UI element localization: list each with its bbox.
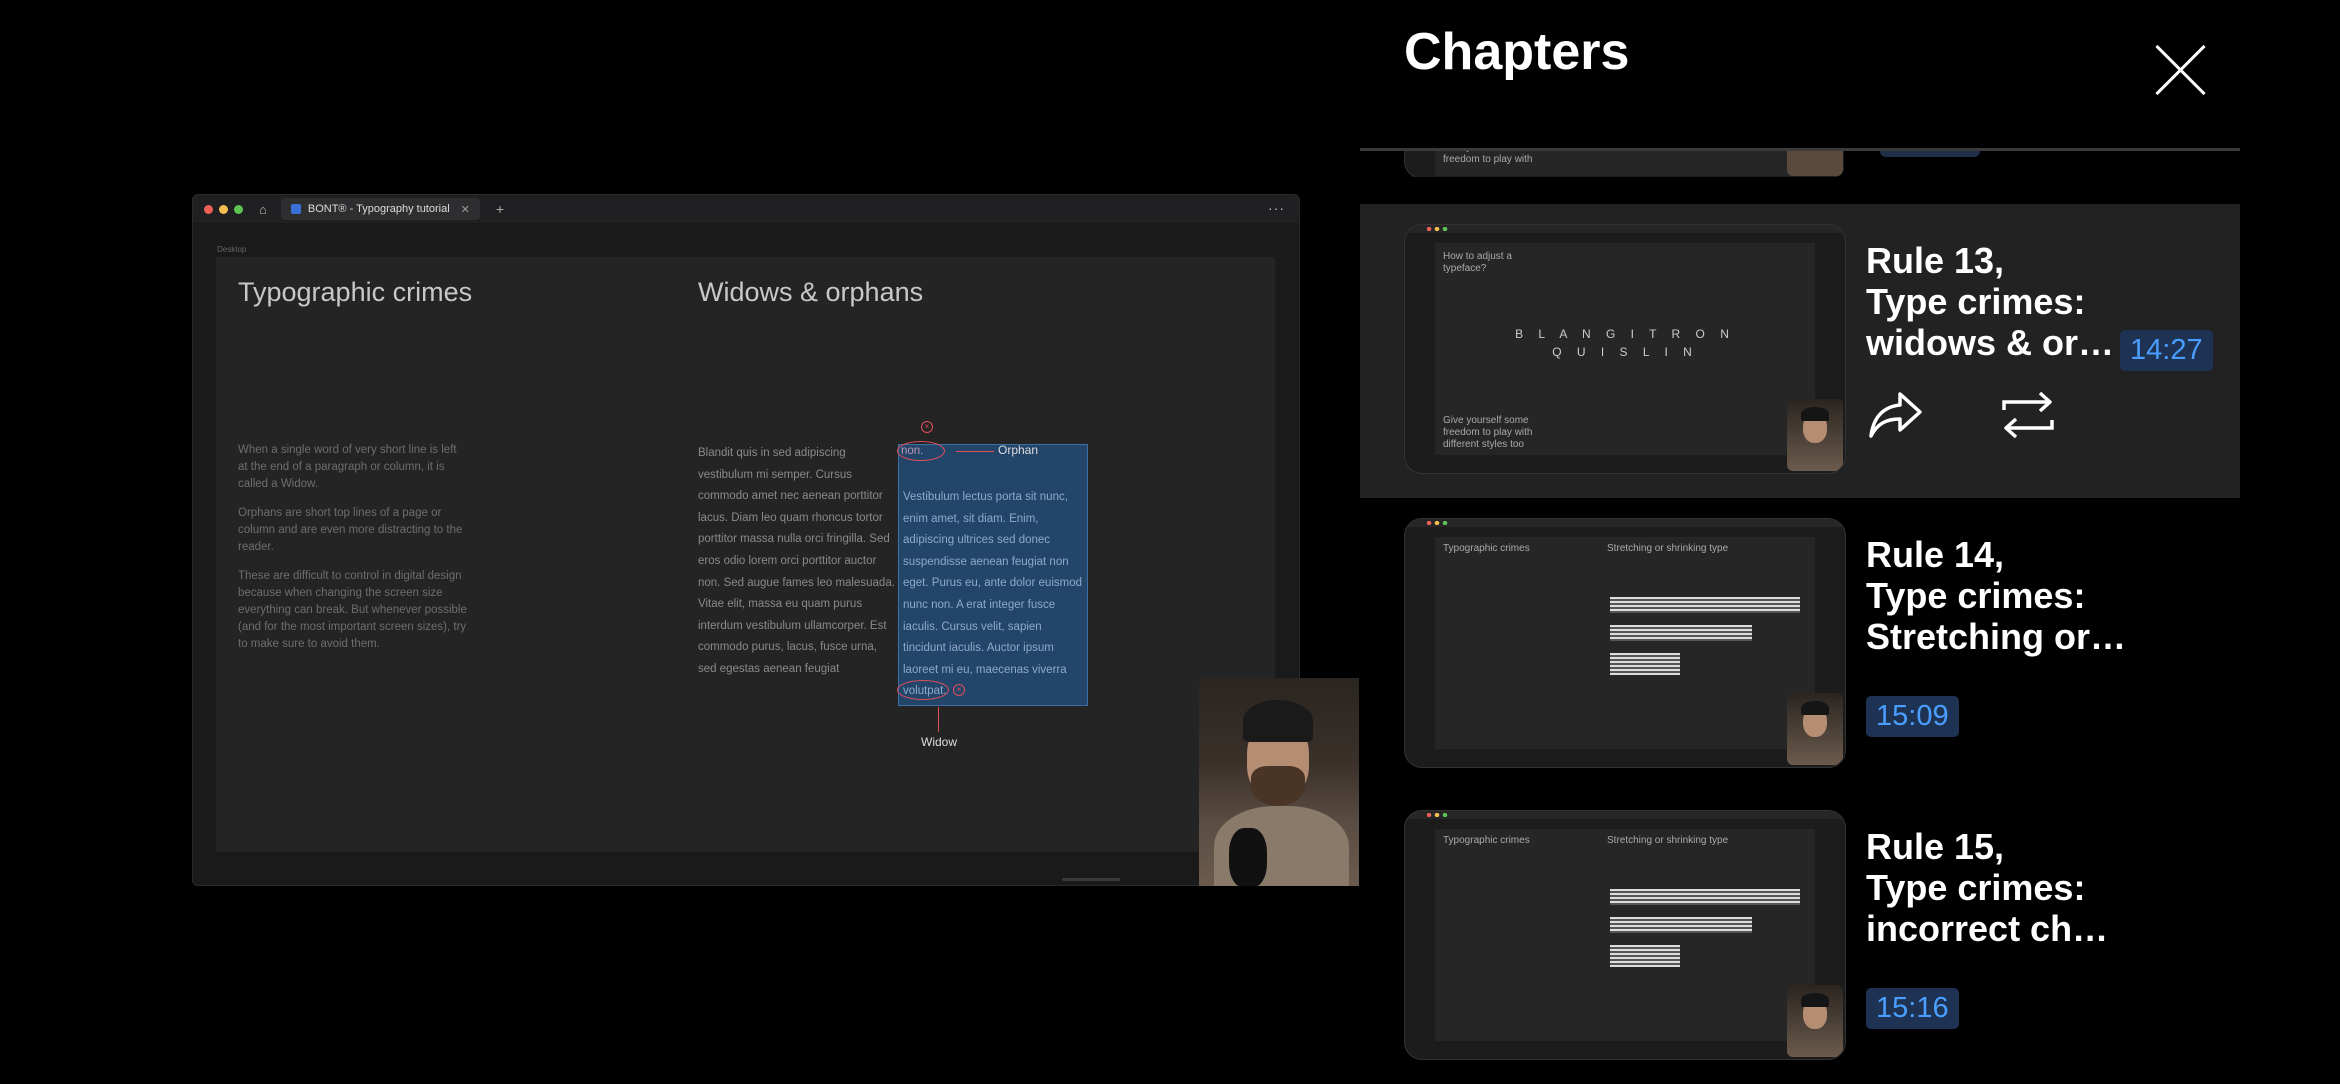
chapter-title: Rule 14, Type crimes: Stretching or… <box>1866 534 2127 657</box>
share-icon[interactable] <box>1866 388 1924 442</box>
chapter-thumbnail: Typographic crimes Stretching or shrinki… <box>1404 810 1846 1060</box>
chapter-thumbnail: How to adjust a typeface? B L A N G I T … <box>1404 224 1846 474</box>
new-tab-icon: + <box>495 201 505 217</box>
widow-circle <box>897 680 949 700</box>
tab-title: BONT® - Typography tutorial <box>307 203 450 215</box>
thumbnail-text: Give yourself some freedom to play with <box>1443 151 1533 165</box>
chapter-title: Rule 15, Type crimes: incorrect ch… <box>1866 826 2109 949</box>
presenter-thumbnail <box>1787 399 1843 471</box>
artboard-right-title: Widows & orphans <box>698 277 924 307</box>
minimize-window-dot <box>219 204 228 214</box>
selected-text: Vestibulum lectus porta sit nunc, enim a… <box>903 491 1083 698</box>
previous-chapter-time <box>1880 151 1980 157</box>
home-icon: ⌂ <box>259 201 267 217</box>
chapter-thumbnail: Typographic crimes Stretching or shrinki… <box>1404 518 1846 768</box>
orphan-circle <box>897 441 945 461</box>
screen-recording: ⌂ BONT® - Typography tutorial ✕ + ··· De… <box>192 194 1300 886</box>
video-player[interactable]: ⌂ BONT® - Typography tutorial ✕ + ··· De… <box>0 0 1360 1080</box>
explanation-paragraph: When a single word of very short line is… <box>238 444 457 490</box>
screen-scroll-indicator <box>1062 878 1120 881</box>
thumbnail-heading: How to adjust a typeface? <box>1443 251 1512 274</box>
explanation-text: When a single word of very short line is… <box>238 442 468 665</box>
thumbnail-right-title: Stretching or shrinking type <box>1607 835 1729 846</box>
selected-text-block: non. Vestibulum lectus porta sit nunc, e… <box>898 444 1088 706</box>
browser-toolbar: ⌂ BONT® - Typography tutorial ✕ + ··· <box>193 195 1299 223</box>
thumbnail-footer: Give yourself some freedom to play with … <box>1443 415 1533 450</box>
browser-tab: BONT® - Typography tutorial ✕ <box>280 198 480 220</box>
chapter-item[interactable]: Typographic crimes Stretching or shrinki… <box>1360 790 2240 1084</box>
tab-favicon <box>290 204 301 214</box>
panel-divider <box>1360 148 2240 151</box>
chapter-timestamp[interactable]: 14:27 <box>2120 330 2213 371</box>
explanation-paragraph: These are difficult to control in digita… <box>238 570 467 650</box>
thumbnail-left-title: Typographic crimes <box>1443 543 1530 554</box>
chapter-title: Rule 13, Type crimes: widows & or… <box>1866 240 2115 363</box>
presenter-thumbnail <box>1787 693 1843 765</box>
close-window-dot <box>204 204 213 214</box>
tab-close-icon: ✕ <box>460 203 470 216</box>
chapter-timestamp[interactable]: 15:09 <box>1866 696 1959 737</box>
presenter-webcam <box>1199 678 1359 886</box>
presenter-thumbnail <box>1787 985 1843 1057</box>
canvas-breadcrumb: Desktop <box>217 245 247 254</box>
error-x-icon: × <box>953 684 965 696</box>
chapter-item[interactable]: How to adjust a typeface? B L A N G I T … <box>1360 204 2240 498</box>
orphan-label: Orphan <box>998 443 1039 457</box>
widow-label: Widow <box>921 735 958 749</box>
close-icon[interactable] <box>2150 40 2210 100</box>
maximize-window-dot <box>234 204 243 214</box>
artboard-left-title: Typographic crimes <box>238 277 473 307</box>
more-icon: ··· <box>1268 200 1285 216</box>
chapter-item[interactable]: Typographic crimes Stretching or shrinki… <box>1360 498 2240 792</box>
chapter-timestamp[interactable]: 15:16 <box>1866 988 1959 1029</box>
error-x-icon: × <box>921 421 933 433</box>
thumbnail-right-title: Stretching or shrinking type <box>1607 543 1729 554</box>
design-artboard: Typographic crimes Widows & orphans When… <box>216 257 1275 852</box>
thumbnail-left-title: Typographic crimes <box>1443 835 1530 846</box>
previous-chapter-thumbnail[interactable]: Give yourself some freedom to play with <box>1404 151 1844 177</box>
thumbnail-logo-text: B L A N G I T R O N Q U I S L I N <box>1515 327 1735 359</box>
widow-pointer-line <box>938 707 939 732</box>
sample-body-text: Blandit quis in sed adipiscing vestibulu… <box>698 447 895 675</box>
orphan-pointer-line <box>956 451 994 452</box>
chapters-panel: Chapters Give yourself some freedom to p… <box>1360 0 2340 1080</box>
loop-icon[interactable] <box>1998 388 2058 442</box>
explanation-paragraph: Orphans are short top lines of a page or… <box>238 507 463 553</box>
panel-title: Chapters <box>1404 23 1630 81</box>
